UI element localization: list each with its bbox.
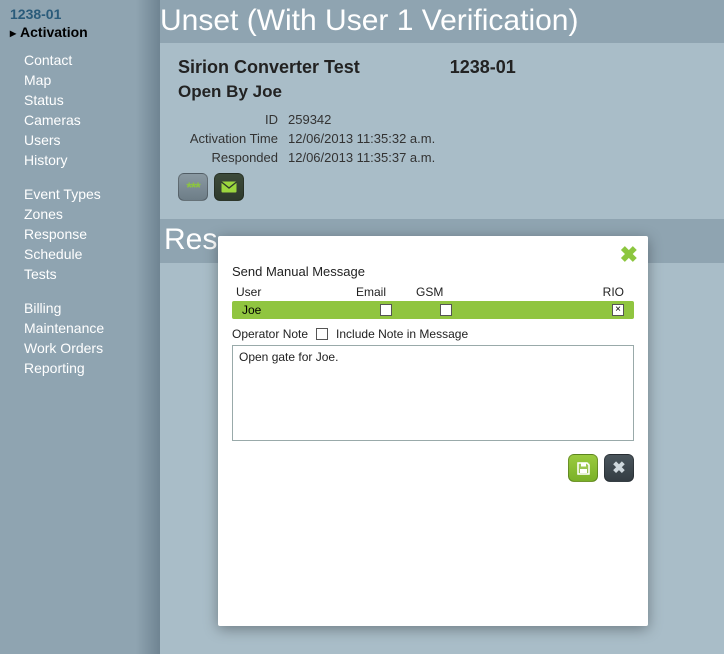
account-code: 1238-01 — [450, 57, 516, 78]
event-details: Sirion Converter Test 1238-01 Open By Jo… — [160, 43, 724, 211]
responded-value: 12/06/2013 11:35:37 a.m. — [288, 150, 435, 165]
operator-note-label: Operator Note — [232, 327, 308, 341]
col-gsm: GSM — [416, 285, 476, 299]
col-rio: RIO — [590, 285, 630, 299]
sidebar-item-contact[interactable]: Contact — [10, 50, 160, 70]
envelope-icon — [221, 181, 237, 193]
rio-checkbox[interactable]: × — [612, 304, 624, 316]
send-manual-message-dialog: ✖ Send Manual Message User Email GSM RIO… — [218, 236, 648, 626]
dialog-title: Send Manual Message — [232, 264, 634, 279]
sidebar-item-map[interactable]: Map — [10, 70, 160, 90]
sidebar-item-cameras[interactable]: Cameras — [10, 110, 160, 130]
close-button[interactable]: ✖ — [620, 244, 638, 266]
cancel-button[interactable]: ✖ — [604, 454, 634, 482]
event-banner: Unset (With User 1 Verification) — [160, 0, 724, 43]
activation-time-label: Activation Time — [178, 131, 278, 146]
sidebar: 1238-01 Activation Contact Map Status Ca… — [0, 0, 160, 654]
open-by-line: Open By Joe — [178, 82, 714, 102]
col-user: User — [236, 285, 356, 299]
activation-time-value: 12/06/2013 11:35:32 a.m. — [288, 131, 435, 146]
col-email: Email — [356, 285, 416, 299]
sidebar-item-zones[interactable]: Zones — [10, 204, 160, 224]
save-icon — [576, 461, 591, 476]
sidebar-item-tests[interactable]: Tests — [10, 264, 160, 284]
sidebar-item-billing[interactable]: Billing — [10, 298, 160, 318]
email-checkbox[interactable] — [380, 304, 392, 316]
sidebar-item-work-orders[interactable]: Work Orders — [10, 338, 160, 358]
recipient-row[interactable]: Joe × — [232, 301, 634, 319]
responded-label: Responded — [178, 150, 278, 165]
recipients-header: User Email GSM RIO — [232, 285, 634, 301]
sidebar-item-users[interactable]: Users — [10, 130, 160, 150]
sidebar-item-response[interactable]: Response — [10, 224, 160, 244]
include-note-checkbox[interactable] — [316, 328, 328, 340]
sidebar-item-event-types[interactable]: Event Types — [10, 184, 160, 204]
sidebar-item-reporting[interactable]: Reporting — [10, 358, 160, 378]
message-button[interactable] — [214, 173, 244, 201]
sidebar-item-activation[interactable]: Activation — [10, 24, 160, 40]
id-value: 259342 — [288, 112, 331, 127]
gsm-checkbox[interactable] — [440, 304, 452, 316]
sidebar-item-schedule[interactable]: Schedule — [10, 244, 160, 264]
operator-note-textarea[interactable] — [232, 345, 634, 441]
close-icon: ✖ — [620, 242, 638, 267]
password-button[interactable]: *** — [178, 173, 208, 201]
account-name: Sirion Converter Test — [178, 57, 360, 78]
save-button[interactable] — [568, 454, 598, 482]
include-note-label: Include Note in Message — [336, 327, 468, 341]
sidebar-item-status[interactable]: Status — [10, 90, 160, 110]
cancel-icon: ✖ — [612, 458, 625, 478]
sidebar-item-maintenance[interactable]: Maintenance — [10, 318, 160, 338]
sidebar-item-history[interactable]: History — [10, 150, 160, 170]
account-id: 1238-01 — [10, 6, 160, 22]
action-bar: *** — [178, 173, 714, 201]
asterisks-icon: *** — [186, 179, 199, 195]
id-label: ID — [178, 112, 278, 127]
recipient-name: Joe — [236, 303, 356, 317]
